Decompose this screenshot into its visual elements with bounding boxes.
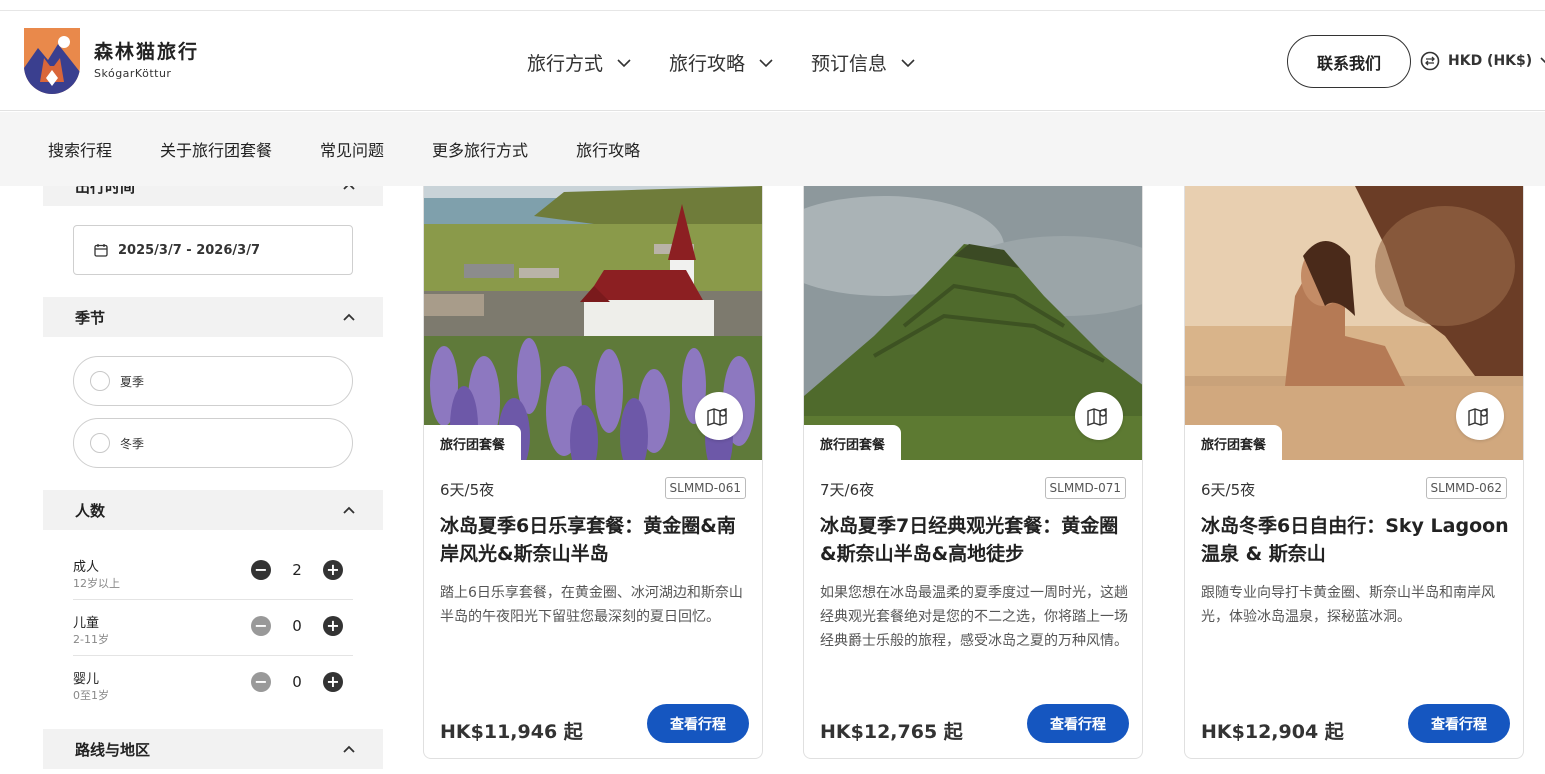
forest-cat-logo-icon[interactable] (24, 28, 80, 94)
section-title: 季节 (75, 308, 106, 327)
map-icon[interactable] (1075, 392, 1123, 440)
nav-label: 旅行攻略 (669, 53, 746, 75)
radio-button[interactable] (90, 371, 110, 391)
subnav-about-packages[interactable]: 关于旅行团套餐 (160, 137, 272, 161)
nav-travel-style[interactable]: 旅行方式 (527, 49, 631, 76)
duration: 6天/5夜 (1201, 481, 1256, 499)
tour-title[interactable]: 冰岛冬季6日自由行：Sky Lagoon温泉 & 斯奈山 (1201, 512, 1513, 568)
nav-label: 预订信息 (811, 53, 888, 75)
chevron-up-icon (343, 745, 355, 753)
nav-booking-info[interactable]: 预订信息 (811, 49, 915, 76)
duration: 6天/5夜 (440, 481, 495, 499)
tour-type-tag: 旅行团套餐 (1185, 425, 1283, 461)
tour-code: SLMMD-061 (664, 477, 746, 499)
tour-title[interactable]: 冰岛夏季6日乐享套餐：黄金圈&南岸风光&斯奈山半岛 (440, 512, 752, 568)
tour-card[interactable]: 旅行团套餐 6天/5夜 SLMMD-062 冰岛冬季6日自由行：Sky Lago… (1184, 186, 1524, 759)
adult-stepper: − 2 + (251, 560, 343, 580)
minus-icon[interactable]: − (251, 672, 271, 692)
tour-title[interactable]: 冰岛夏季7日经典观光套餐：黄金圈&斯奈山半岛&高地徒步 (820, 512, 1132, 568)
route-section-header[interactable]: 路线与地区 (43, 729, 383, 769)
chevron-down-icon (1540, 57, 1545, 63)
person-age: 0至1岁 (73, 689, 109, 702)
subnav-more-styles[interactable]: 更多旅行方式 (432, 137, 528, 161)
calendar-icon (94, 244, 108, 257)
tour-price: HK$12,904 起 (1201, 721, 1344, 743)
person-label: 婴儿 (73, 672, 100, 687)
tour-description: 跟随专业向导打卡黄金圈、斯奈山半岛和南岸风光，体验冰岛温泉，探秘蓝冰洞。 (1201, 585, 1495, 625)
chevron-down-icon (759, 58, 773, 67)
section-title: 人数 (75, 501, 106, 520)
main-nav: 旅行方式 旅行攻略 预订信息 (527, 49, 915, 76)
person-age: 12岁以上 (73, 577, 120, 590)
count-value: 0 (292, 617, 302, 635)
person-age: 2-11岁 (73, 633, 109, 646)
subnav-travel-guide[interactable]: 旅行攻略 (576, 137, 640, 161)
brand-subname: SkógarKöttur (94, 67, 172, 80)
plus-icon[interactable]: + (323, 672, 343, 692)
season-section-header[interactable]: 季节 (43, 297, 383, 337)
radio-button[interactable] (90, 433, 110, 453)
minus-icon[interactable]: − (251, 616, 271, 636)
count-value: 2 (292, 561, 302, 579)
filter-sidebar: 出行时间 2025/3/7 - 2026/3/7 季节 夏季 冬季 人数 成人 … (43, 186, 383, 774)
season-label: 夏季 (120, 374, 145, 389)
infant-stepper: − 0 + (251, 672, 343, 692)
duration: 7天/6夜 (820, 481, 875, 499)
chevron-up-icon (343, 186, 355, 190)
adult-row: 成人 12岁以上 − 2 + (73, 544, 353, 600)
person-label: 儿童 (73, 616, 100, 631)
date-section-header[interactable]: 出行时间 (43, 186, 383, 206)
child-row: 儿童 2-11岁 − 0 + (73, 600, 353, 656)
view-itinerary-button[interactable]: 查看行程 (647, 704, 749, 743)
date-range-field[interactable]: 2025/3/7 - 2026/3/7 (73, 225, 353, 275)
nav-travel-guide[interactable]: 旅行攻略 (669, 49, 773, 76)
subnav-faq[interactable]: 常见问题 (320, 137, 384, 161)
tour-card[interactable]: 旅行团套餐 6天/5夜 SLMMD-061 冰岛夏季6日乐享套餐：黄金圈&南岸风… (423, 186, 763, 759)
sub-nav: 搜索行程 关于旅行团套餐 常见问题 更多旅行方式 旅行攻略 (0, 112, 1545, 186)
subnav-search-trips[interactable]: 搜索行程 (48, 137, 112, 161)
count-value: 0 (292, 673, 302, 691)
chevron-up-icon (343, 506, 355, 514)
view-itinerary-button[interactable]: 查看行程 (1408, 704, 1510, 743)
brand[interactable]: 森林猫旅行 SkógarKöttur (94, 37, 199, 80)
date-range-value: 2025/3/7 - 2026/3/7 (118, 242, 260, 258)
section-title: 路线与地区 (75, 740, 151, 759)
chevron-down-icon (901, 58, 915, 67)
view-itinerary-button[interactable]: 查看行程 (1027, 704, 1129, 743)
currency-exchange-icon (1420, 51, 1440, 71)
tour-type-tag: 旅行团套餐 (804, 425, 902, 461)
chevron-up-icon (343, 313, 355, 321)
plus-icon[interactable]: + (323, 560, 343, 580)
season-label: 冬季 (120, 436, 145, 451)
season-option-summer[interactable]: 夏季 (73, 356, 353, 406)
people-section-header[interactable]: 人数 (43, 490, 383, 530)
child-stepper: − 0 + (251, 616, 343, 636)
tour-price: HK$12,765 起 (820, 721, 963, 743)
season-option-winter[interactable]: 冬季 (73, 418, 353, 468)
section-title: 出行时间 (75, 186, 136, 196)
currency-selector[interactable]: HKD (HK$) (1420, 51, 1545, 71)
tour-description: 如果您想在冰岛最温柔的夏季度过一周时光，这趟经典观光套餐绝对是您的不二之选，你将… (820, 585, 1128, 649)
tour-code: SLMMD-071 (1044, 477, 1126, 499)
brand-name: 森林猫旅行 (94, 41, 200, 63)
plus-icon[interactable]: + (323, 616, 343, 636)
infant-row: 婴儿 0至1岁 − 0 + (73, 656, 353, 712)
chevron-down-icon (617, 58, 631, 67)
tour-card[interactable]: 旅行团套餐 7天/6夜 SLMMD-071 冰岛夏季7日经典观光套餐：黄金圈&斯… (803, 186, 1143, 759)
currency-label: HKD (HK$) (1448, 53, 1533, 69)
tour-description: 踏上6日乐享套餐，在黄金圈、冰河湖边和斯奈山半岛的午夜阳光下留驻您最深刻的夏日回… (440, 585, 743, 625)
contact-us-button[interactable]: 联系我们 (1287, 35, 1411, 88)
map-icon[interactable] (695, 392, 743, 440)
person-label: 成人 (73, 560, 100, 575)
tour-price: HK$11,946 起 (440, 721, 583, 743)
minus-icon[interactable]: − (251, 560, 271, 580)
site-header: 森林猫旅行 SkógarKöttur 旅行方式 旅行攻略 预订信息 联系我们 H… (0, 11, 1545, 111)
tour-code: SLMMD-062 (1425, 477, 1507, 499)
map-icon[interactable] (1456, 392, 1504, 440)
nav-label: 旅行方式 (527, 53, 604, 75)
tour-type-tag: 旅行团套餐 (424, 425, 522, 461)
